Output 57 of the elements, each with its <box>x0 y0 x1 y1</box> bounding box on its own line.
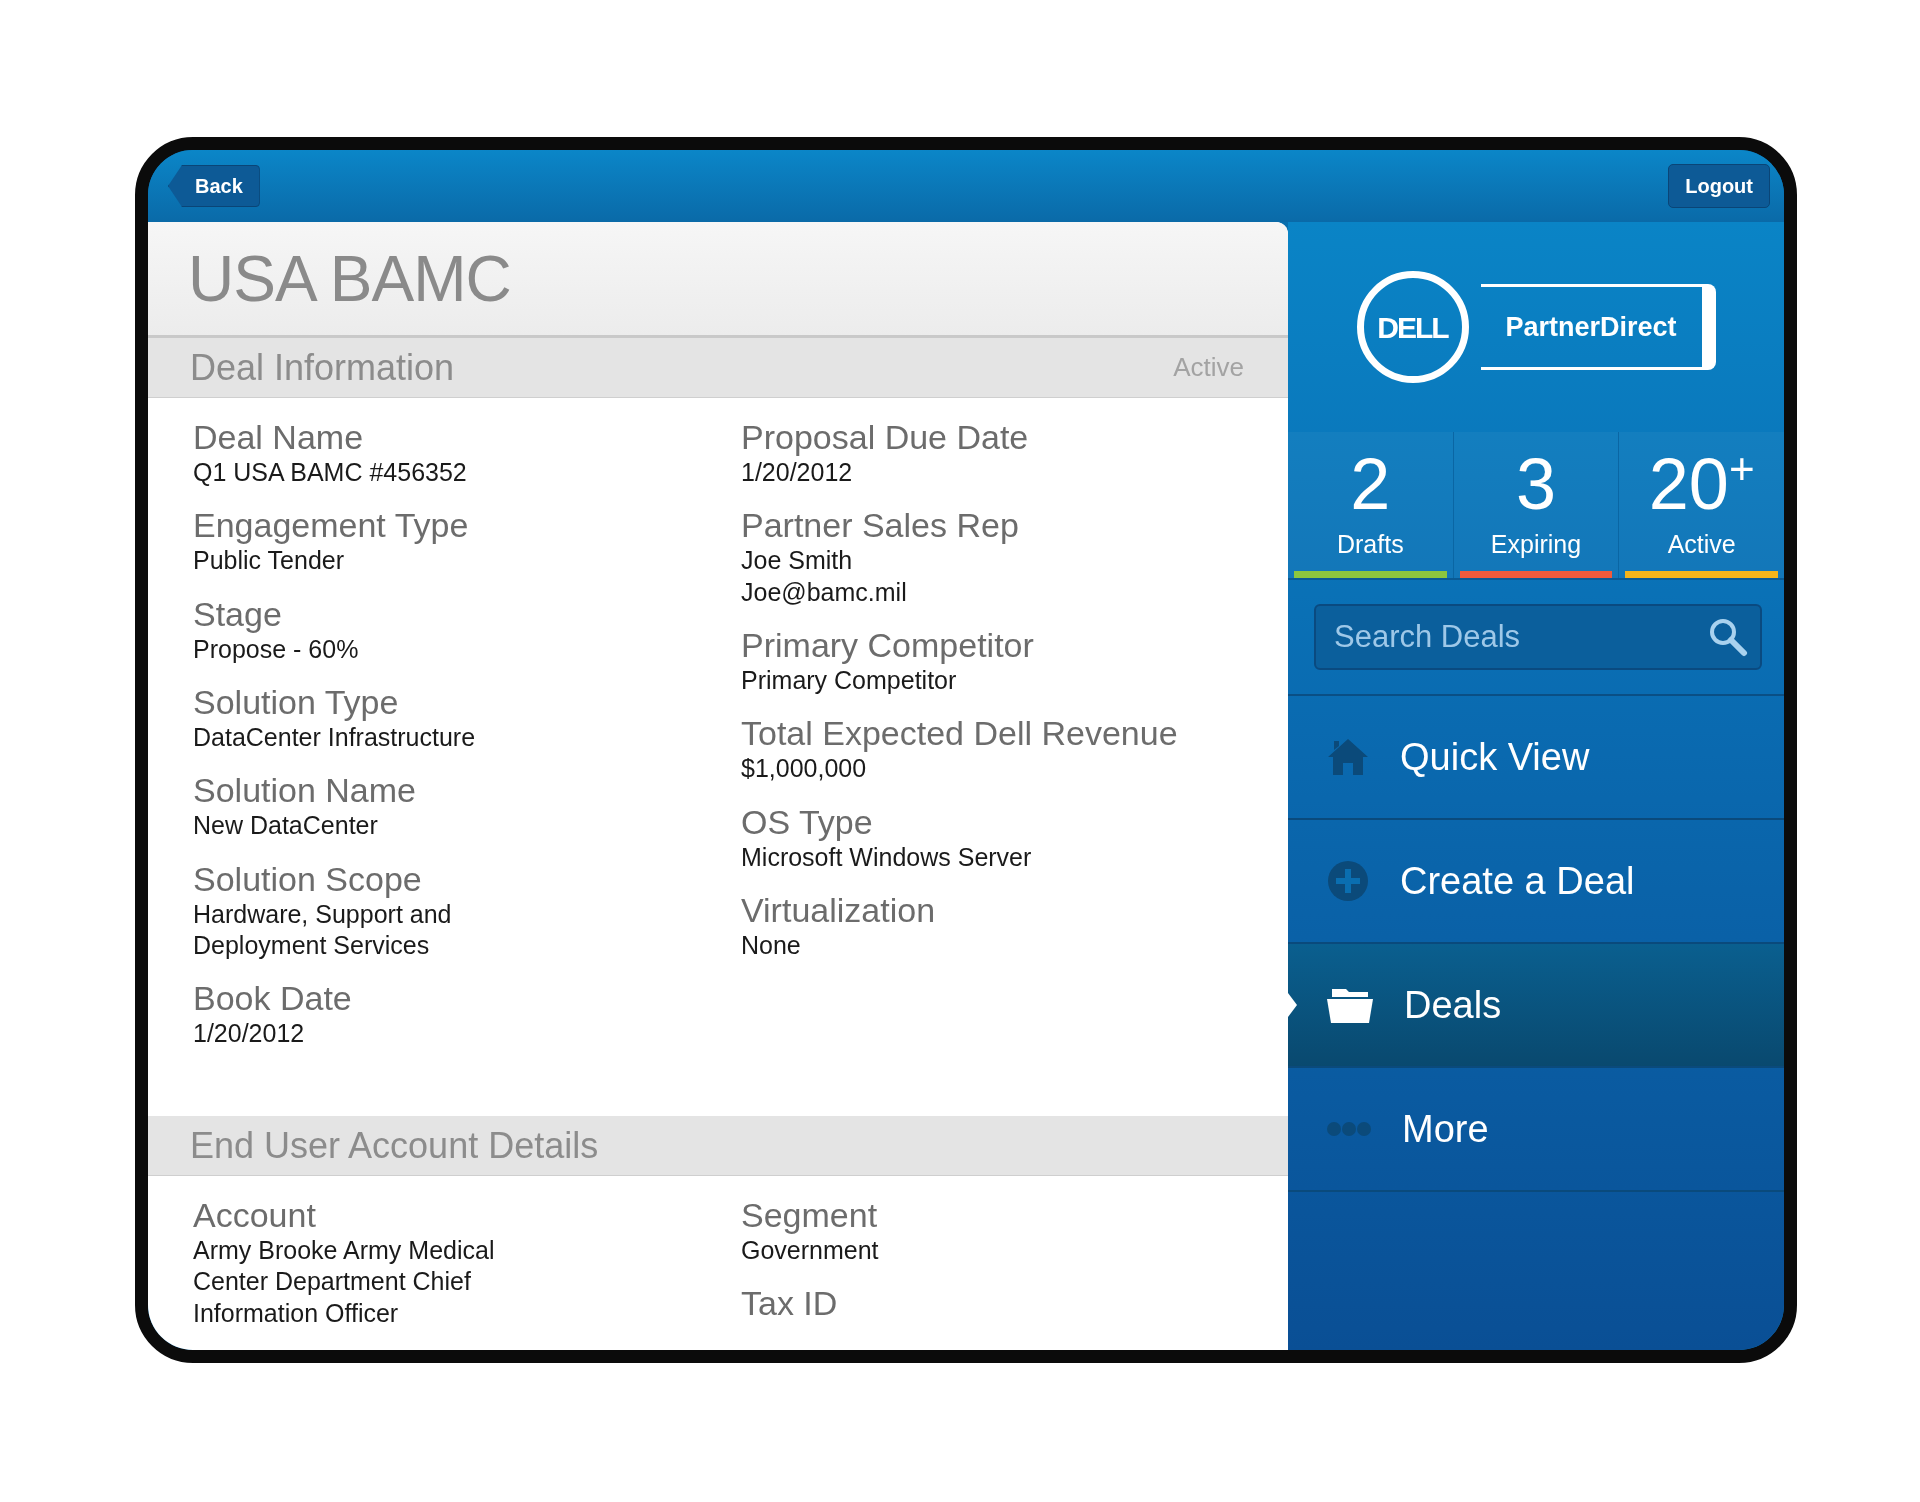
search-icon[interactable] <box>1708 617 1748 657</box>
section-heading: Deal Information <box>190 345 455 390</box>
menu-item[interactable]: Quick View <box>1288 696 1784 820</box>
stat-count: 3 <box>1516 447 1557 520</box>
field-label: Deal Name <box>193 418 365 458</box>
stat-tile[interactable]: 20$^{+}$ Active <box>1619 432 1784 578</box>
field-label: Primary Competitor <box>741 625 1035 666</box>
field-value: New DataCenter <box>193 810 379 842</box>
search-field[interactable]: Search Deals <box>1314 604 1762 670</box>
field-label: Engagement Type <box>193 506 470 546</box>
field-value: $1,000,000 <box>741 753 868 785</box>
field-label: Tax ID <box>741 1284 839 1324</box>
field-label: Total Expected Dell Revenue <box>741 714 1179 754</box>
field-label: Account <box>193 1196 317 1236</box>
deal-status: Active <box>1173 351 1244 384</box>
stat-count: 20$^{+}$ <box>1648 447 1755 520</box>
deal-title: USA BAMC <box>188 241 511 317</box>
field-value: DataCenter Infrastructure <box>193 722 477 754</box>
field-value: Government <box>741 1235 880 1267</box>
field-label: Solution Scope <box>193 859 423 899</box>
field-value: Public Tender <box>193 545 346 577</box>
field-label: Partner Sales Rep <box>741 506 1020 546</box>
home-icon <box>1326 737 1370 777</box>
section-heading: End User Account Details <box>190 1123 599 1168</box>
logout-button[interactable]: Logout <box>1668 164 1770 208</box>
logo-wordmark: PartnerDirect <box>1480 284 1716 370</box>
menu-item[interactable]: Deals <box>1288 944 1784 1068</box>
back-button[interactable]: Back <box>168 165 260 207</box>
stat-tile[interactable]: 2 Drafts <box>1288 432 1454 578</box>
field-label: OS Type <box>741 802 874 842</box>
stat-label: Active <box>1667 528 1736 560</box>
field-value: Hardware, Support and Deployment Services <box>193 898 453 962</box>
field-value: Propose - 60% <box>193 633 360 665</box>
field-label: Proposal Due Date <box>741 418 1030 458</box>
more-dots-icon <box>1326 1121 1372 1137</box>
field-value: Joe Smith <box>741 545 854 577</box>
field-value: Joe@bamc.mil <box>741 576 908 608</box>
field-value: Primary Competitor <box>741 665 958 697</box>
logo-circle: DELL <box>1356 271 1469 383</box>
field-value: Q1 USA BAMC #456352 <box>193 457 468 489</box>
plus-icon <box>1326 859 1370 903</box>
field-label: Solution Name <box>193 771 417 811</box>
field-label: Solution Type <box>193 683 400 723</box>
field-value: Microsoft Windows Server <box>741 841 1033 873</box>
stat-label: Drafts <box>1337 528 1404 560</box>
stat-tile[interactable]: 3 Expiring <box>1453 432 1620 578</box>
field-value: None <box>741 930 802 962</box>
field-label: Book Date <box>193 979 353 1019</box>
stat-label: Expiring <box>1490 528 1582 560</box>
field-value: Army Brooke Army Medical Center Department Chief Information Officer <box>193 1235 496 1329</box>
field-value: 1/20/2012 <box>193 1018 306 1050</box>
field-value: 1/20/2012 <box>741 457 854 489</box>
menu-item[interactable]: More <box>1288 1068 1784 1192</box>
field-label: Stage <box>193 594 283 634</box>
field-label: Segment <box>741 1196 879 1236</box>
field-label: Virtualization <box>741 890 937 931</box>
stat-count: 2 <box>1350 447 1391 520</box>
